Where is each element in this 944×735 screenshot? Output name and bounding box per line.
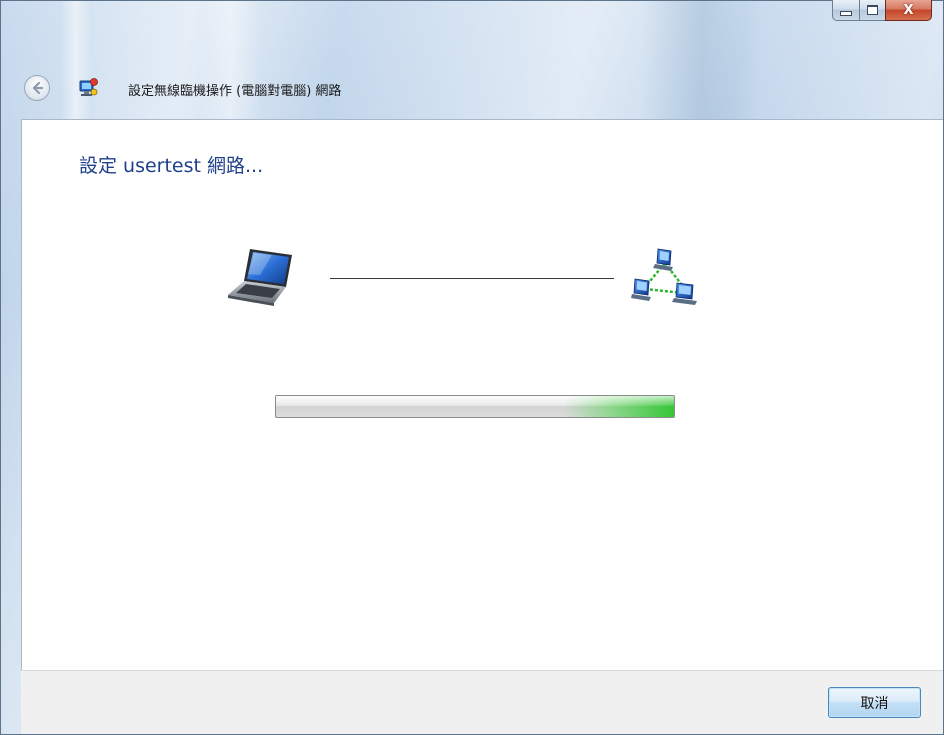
footer-bar: 取消	[21, 670, 943, 734]
glass-streak	[61, 1, 91, 121]
caption-buttons: X	[832, 0, 932, 22]
network-wizard-icon	[79, 78, 98, 96]
close-icon: X	[903, 2, 914, 18]
marquee-progress-bar	[275, 395, 675, 418]
close-button[interactable]: X	[885, 0, 932, 21]
wizard-window: X 設定無線臨機操作 (電腦對電腦) 網路 設定 usertest 網路...	[0, 0, 944, 735]
content-area: 設定 usertest 網路...	[21, 119, 943, 670]
maximize-button[interactable]	[859, 0, 885, 21]
page-heading: 設定 usertest 網路...	[79, 155, 264, 177]
back-arrow-icon	[32, 81, 44, 95]
connection-line	[330, 278, 614, 279]
minimize-icon	[840, 10, 852, 16]
laptop-icon	[228, 249, 292, 306]
minimize-button[interactable]	[832, 0, 859, 21]
back-button[interactable]	[24, 75, 50, 101]
progress-sheen	[276, 396, 674, 406]
glass-streak	[641, 1, 761, 121]
window-title: 設定無線臨機操作 (電腦對電腦) 網路	[128, 84, 342, 99]
cancel-button[interactable]: 取消	[828, 687, 921, 718]
maximize-icon	[867, 5, 878, 15]
network-icon	[631, 248, 697, 305]
glass-streak	[201, 1, 261, 121]
